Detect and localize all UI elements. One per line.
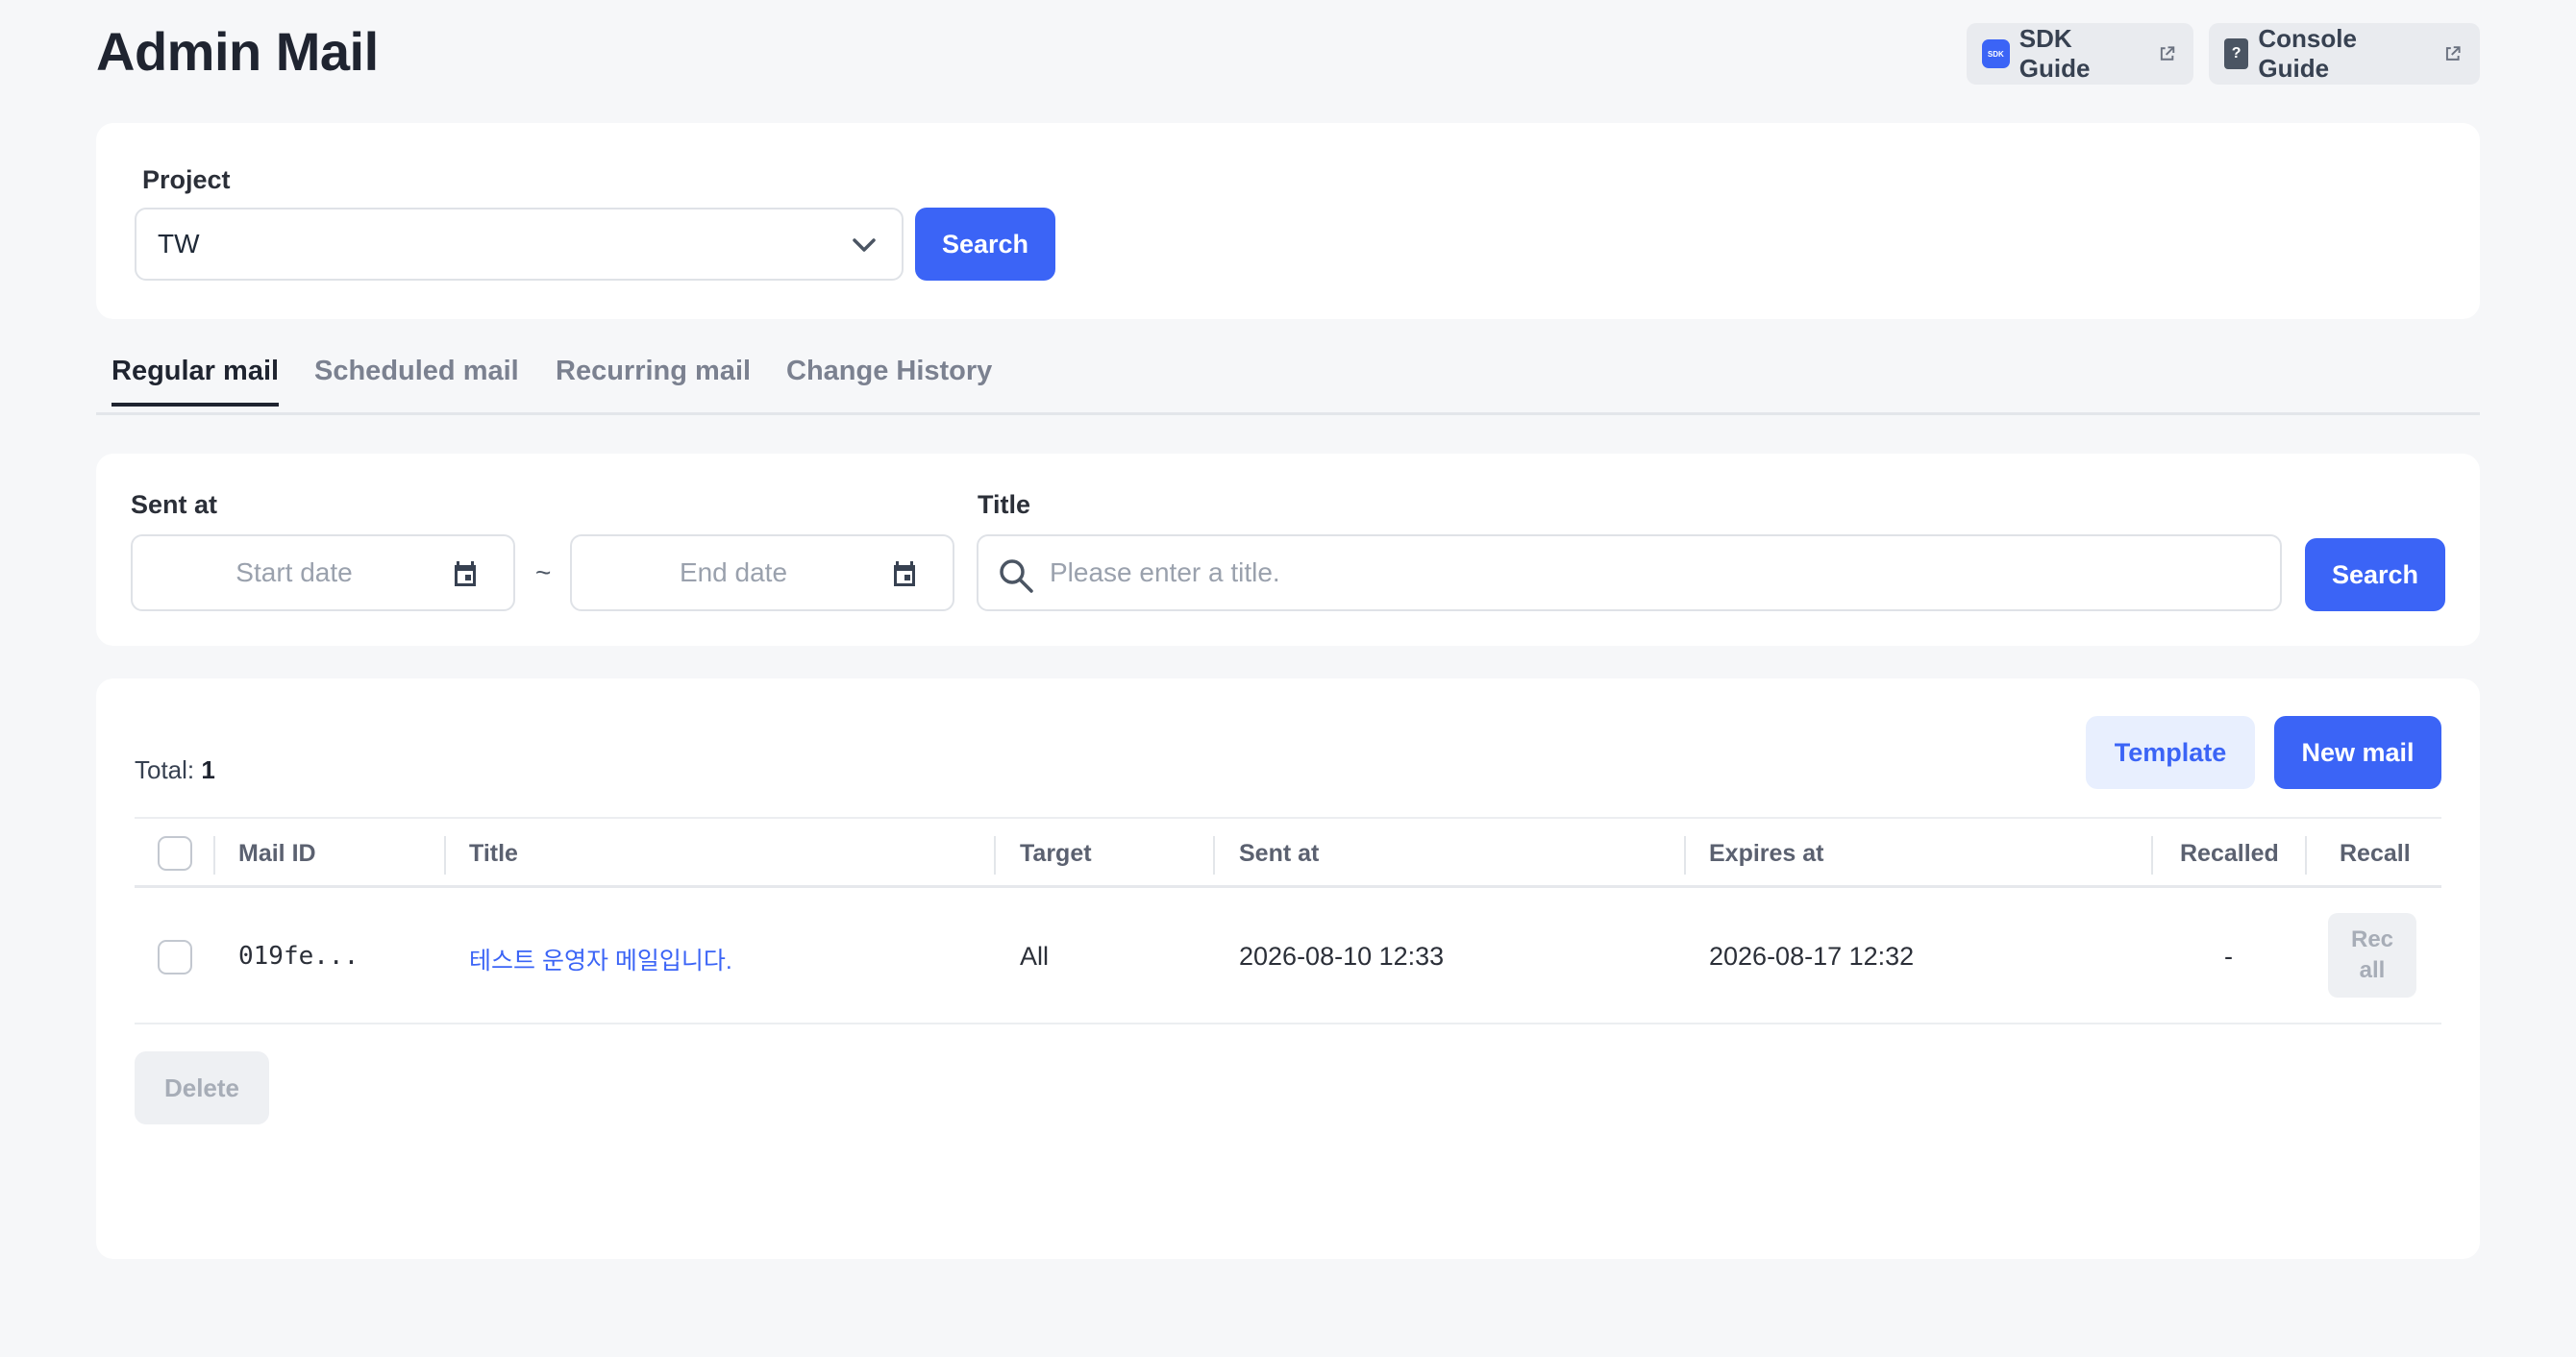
start-date-placeholder: Start date bbox=[235, 557, 353, 587]
column-divider bbox=[213, 836, 215, 875]
chevron-down-icon bbox=[853, 238, 876, 252]
column-header-mail-id[interactable]: Mail ID bbox=[238, 840, 316, 868]
title-label: Title bbox=[978, 490, 1031, 519]
console-badge-text: ? bbox=[2231, 45, 2242, 62]
column-divider bbox=[1213, 836, 1215, 875]
sdk-badge-text: SDK bbox=[1987, 49, 2004, 59]
project-search-button[interactable]: Search bbox=[915, 208, 1055, 281]
column-divider bbox=[444, 836, 446, 875]
column-divider bbox=[994, 836, 996, 875]
external-link-icon bbox=[2446, 46, 2462, 61]
project-label: Project bbox=[142, 165, 231, 194]
search-icon bbox=[1000, 559, 1033, 593]
total-label: Total: bbox=[135, 755, 195, 784]
table-header: Mail ID Title Target Sent at Expires at … bbox=[135, 817, 2441, 888]
column-header-target[interactable]: Target bbox=[1020, 840, 1092, 868]
mail-tabs: Regular mail Scheduled mail Recurring ma… bbox=[96, 346, 2480, 415]
tab-recurring-mail[interactable]: Recurring mail bbox=[556, 356, 751, 403]
admin-mail-page: Admin Mail SDK SDK Guide ? Console Guide… bbox=[0, 0, 2576, 1357]
select-all-checkbox[interactable] bbox=[158, 836, 192, 871]
column-header-recall: Recall bbox=[2340, 840, 2411, 867]
row-checkbox[interactable] bbox=[158, 940, 192, 975]
date-range-separator: ~ bbox=[535, 557, 552, 587]
column-header-recalled[interactable]: Recalled bbox=[2180, 840, 2279, 868]
recall-button-line-2: all bbox=[2359, 957, 2386, 983]
recalled-cell: - bbox=[2224, 942, 2233, 971]
target-cell: All bbox=[1020, 942, 1050, 971]
project-select[interactable]: TW bbox=[135, 208, 904, 281]
console-guide-button[interactable]: ? Console Guide bbox=[2209, 23, 2480, 85]
column-divider bbox=[2305, 836, 2307, 875]
sdk-icon: SDK bbox=[1982, 39, 2010, 68]
calendar-icon bbox=[894, 561, 915, 586]
total-count: Total: 1 bbox=[135, 755, 215, 785]
mail-title-link[interactable]: 테스트 운영자 메일입니다. bbox=[469, 942, 732, 976]
end-date-input[interactable]: End date bbox=[570, 534, 954, 611]
column-header-expires-at[interactable]: Expires at bbox=[1709, 840, 1824, 868]
calendar-icon bbox=[455, 561, 476, 586]
title-search-input[interactable]: Please enter a title. bbox=[977, 534, 2282, 611]
column-header-sent-at[interactable]: Sent at bbox=[1239, 840, 1319, 868]
column-header-title[interactable]: Title bbox=[469, 840, 518, 868]
filter-search-button[interactable]: Search bbox=[2305, 538, 2445, 611]
expires-at-cell: 2026-08-17 12:32 bbox=[1709, 942, 1915, 971]
column-divider bbox=[2151, 836, 2153, 875]
delete-button: Delete bbox=[135, 1051, 269, 1124]
project-select-value: TW bbox=[158, 229, 200, 259]
tab-change-history[interactable]: Change History bbox=[786, 356, 992, 403]
column-divider bbox=[1684, 836, 1686, 875]
end-date-placeholder: End date bbox=[679, 557, 788, 587]
console-guide-label: Console Guide bbox=[2258, 24, 2357, 83]
title-placeholder: Please enter a title. bbox=[1050, 557, 1280, 587]
tab-regular-mail[interactable]: Regular mail bbox=[111, 356, 280, 407]
sdk-guide-label: SDK Guide bbox=[2019, 24, 2091, 83]
tab-scheduled-mail[interactable]: Scheduled mail bbox=[314, 356, 519, 403]
template-button[interactable]: Template bbox=[2086, 716, 2255, 789]
document-help-icon: ? bbox=[2224, 38, 2249, 69]
new-mail-button[interactable]: New mail bbox=[2274, 716, 2441, 789]
recall-button-line-1: Rec bbox=[2350, 926, 2394, 952]
start-date-input[interactable]: Start date bbox=[131, 534, 515, 611]
sent-at-cell: 2026-08-10 12:33 bbox=[1239, 942, 1445, 971]
recall-button: Rec all bbox=[2328, 913, 2416, 998]
sdk-guide-button[interactable]: SDK SDK Guide bbox=[1967, 23, 2193, 85]
sent-at-label: Sent at bbox=[131, 490, 218, 519]
table-row[interactable]: 019fe... 테스트 운영자 메일입니다. All 2026-08-10 1… bbox=[135, 888, 2441, 1024]
mail-id-cell: 019fe... bbox=[238, 942, 359, 971]
total-value: 1 bbox=[201, 755, 215, 784]
page-title: Admin Mail bbox=[96, 21, 379, 82]
external-link-icon bbox=[2160, 46, 2175, 61]
